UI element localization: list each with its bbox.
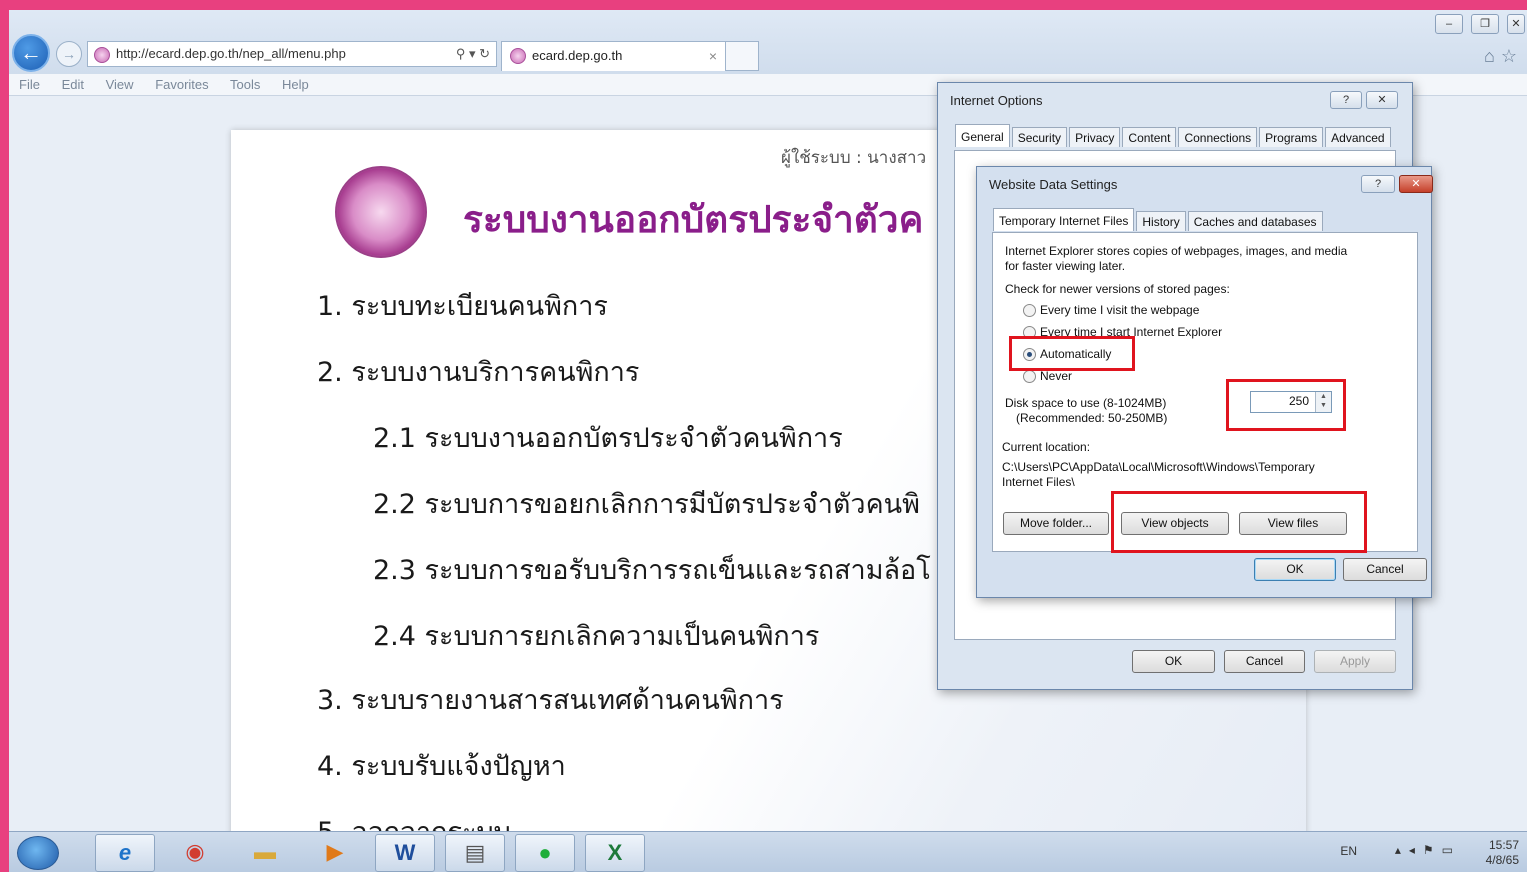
menu-item-reports[interactable]: 3. ระบบรายงานสารสนเทศด้านคนพิการ [317, 678, 784, 721]
clock-date[interactable]: 4/8/65 [1486, 853, 1519, 867]
taskbar-word[interactable]: W [375, 834, 435, 872]
website-data-tabs: Temporary Internet Files History Caches … [993, 208, 1325, 231]
clock-time[interactable]: 15:57 [1486, 838, 1519, 852]
tab-content[interactable]: Content [1122, 127, 1177, 147]
check-versions-label: Check for newer versions of stored pages… [1005, 282, 1230, 296]
tab-title: ecard.dep.go.th [532, 48, 623, 63]
system-tray: EN ▴◂⚑▭ 15:57 4/8/65 [1340, 835, 1519, 867]
taskbar-file-explorer[interactable]: ▬ [235, 834, 295, 872]
close-tab-icon[interactable]: × [709, 42, 717, 70]
description-line-2: for faster viewing later. [1005, 259, 1126, 273]
taskbar-excel[interactable]: X [585, 834, 645, 872]
disk-space-label: Disk space to use (8-1024MB) [1005, 396, 1167, 410]
forward-button[interactable]: → [56, 41, 82, 67]
tray-icons[interactable]: ▴◂⚑▭ [1395, 843, 1461, 857]
media-player-icon: ▶ [326, 839, 344, 864]
tab-privacy[interactable]: Privacy [1069, 127, 1121, 147]
current-location-label: Current location: [1002, 440, 1091, 454]
options-cancel-button[interactable]: Cancel [1224, 650, 1305, 673]
wd-close-button[interactable]: ✕ [1399, 175, 1433, 193]
website-data-title: Website Data Settings [989, 177, 1118, 192]
excel-icon: X [607, 840, 623, 865]
back-button[interactable]: ← [12, 34, 50, 72]
language-indicator[interactable]: EN [1340, 844, 1357, 858]
menu-item-report-problem[interactable]: 4. ระบบรับแจ้งปัญหา [317, 744, 566, 787]
menu-view[interactable]: View [106, 77, 134, 92]
tab-general[interactable]: General [955, 124, 1010, 147]
wd-help-button[interactable]: ? [1361, 175, 1395, 193]
folder-icon: ▬ [254, 839, 276, 864]
options-ok-button[interactable]: OK [1132, 650, 1215, 673]
location-path-line-1: C:\Users\PC\AppData\Local\Microsoft\Wind… [1002, 460, 1315, 474]
menu-item-wheelchair[interactable]: 2.3 ระบบการขอรับบริการรถเข็นและรถสามล้อโ [373, 548, 931, 591]
minimize-button[interactable]: – [1435, 14, 1463, 34]
move-folder-button[interactable]: Move folder... [1003, 512, 1109, 535]
ie-icon: e [118, 840, 132, 865]
wd-cancel-button[interactable]: Cancel [1343, 558, 1427, 581]
browser-window: – ❐ ✕ ← → http://ecard.dep.go.th/nep_all… [9, 10, 1527, 872]
menu-favorites[interactable]: Favorites [155, 77, 208, 92]
radio-every-visit[interactable] [1023, 304, 1036, 317]
highlight-disk-space [1226, 379, 1346, 431]
browser-tab[interactable]: ecard.dep.go.th × [501, 41, 726, 71]
tab-advanced[interactable]: Advanced [1325, 127, 1391, 147]
tab-caches-databases[interactable]: Caches and databases [1187, 211, 1323, 231]
taskbar-internet-explorer[interactable]: e [95, 834, 155, 872]
internet-options-tabs: General Security Privacy Content Connect… [955, 124, 1393, 147]
new-tab-button[interactable] [726, 41, 759, 71]
tab-history[interactable]: History [1136, 211, 1186, 231]
location-path-line-2: Internet Files\ [1002, 475, 1075, 489]
department-seal-logo [335, 166, 427, 258]
taskbar-chrome[interactable]: ◉ [165, 834, 225, 872]
website-data-settings-dialog: Website Data Settings ? ✕ Temporary Inte… [976, 166, 1433, 598]
home-favorites-icons[interactable]: ⌂☆ [1484, 46, 1523, 67]
word-icon: W [394, 840, 416, 865]
start-button[interactable] [17, 836, 59, 870]
disk-space-recommended: (Recommended: 50-250MB) [1016, 411, 1168, 425]
windows-taskbar: e ◉ ▬ ▶ W ▤ ● X EN ▴◂⚑▭ 15:57 4/8/65 [9, 831, 1527, 872]
user-label: ผู้ใช้ระบบ : นางสาว [781, 148, 927, 168]
line-icon: ● [538, 840, 552, 865]
highlight-view-buttons [1111, 491, 1367, 553]
menu-item-card-cancel[interactable]: 2.2 ระบบการขอยกเลิกการมีบัตรประจำตัวคนพิ [373, 482, 920, 525]
highlight-automatically [1009, 336, 1135, 371]
radio-never[interactable] [1023, 370, 1036, 383]
search-refresh-icon[interactable]: ⚲ ▾ ↻ [456, 42, 490, 66]
option-every-visit: Every time I visit the webpage [1040, 303, 1200, 317]
temporary-files-panel: Internet Explorer stores copies of webpa… [992, 232, 1418, 553]
wd-ok-button[interactable]: OK [1254, 558, 1336, 581]
internet-options-title: Internet Options [950, 93, 1043, 108]
description-line-1: Internet Explorer stores copies of webpa… [1005, 244, 1348, 258]
tab-favicon-icon [510, 48, 526, 64]
chrome-icon: ◉ [185, 839, 205, 864]
option-never: Never [1040, 369, 1073, 383]
menu-item-disability-cancel[interactable]: 2.4 ระบบการยกเลิกความเป็นคนพิการ [373, 614, 819, 657]
menu-file[interactable]: File [19, 77, 40, 92]
tab-connections[interactable]: Connections [1178, 127, 1258, 147]
menu-help[interactable]: Help [282, 77, 309, 92]
address-bar[interactable]: http://ecard.dep.go.th/nep_all/menu.php … [87, 41, 497, 67]
close-dialog-button[interactable]: ✕ [1366, 91, 1398, 109]
restore-button[interactable]: ❐ [1471, 14, 1499, 34]
menu-item-card-issue[interactable]: 2.1 ระบบงานออกบัตรประจำตัวคนพิการ [373, 416, 843, 459]
document-icon: ▤ [464, 840, 486, 865]
site-favicon-icon [94, 47, 110, 63]
taskbar-line[interactable]: ● [515, 834, 575, 872]
tab-programs[interactable]: Programs [1259, 127, 1324, 147]
menu-item-registry[interactable]: 1. ระบบทะเบียนคนพิการ [317, 284, 608, 327]
browser-toolbar: – ❐ ✕ ← → http://ecard.dep.go.th/nep_all… [9, 10, 1527, 78]
options-apply-button[interactable]: Apply [1314, 650, 1396, 673]
menu-tools[interactable]: Tools [230, 77, 260, 92]
tab-temporary-files[interactable]: Temporary Internet Files [993, 208, 1135, 231]
close-window-button[interactable]: ✕ [1507, 14, 1525, 34]
help-button[interactable]: ? [1330, 91, 1362, 109]
tab-security[interactable]: Security [1011, 127, 1068, 147]
taskbar-document[interactable]: ▤ [445, 834, 505, 872]
address-url: http://ecard.dep.go.th/nep_all/menu.php [116, 46, 346, 61]
page-title: ระบบงานออกบัตรประจำตัวค [463, 198, 924, 241]
menu-edit[interactable]: Edit [62, 77, 84, 92]
taskbar-media-player[interactable]: ▶ [305, 834, 365, 872]
menu-item-services[interactable]: 2. ระบบงานบริการคนพิการ [317, 350, 639, 393]
